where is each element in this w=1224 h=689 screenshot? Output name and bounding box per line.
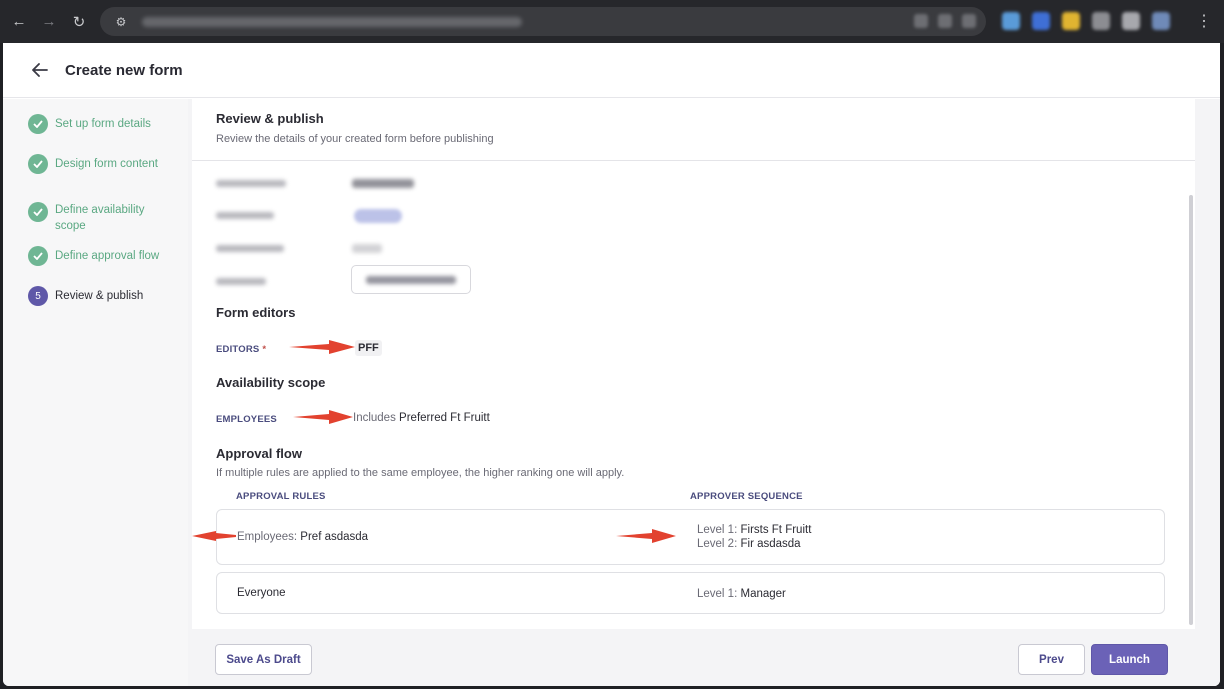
- back-arrow-icon[interactable]: [29, 59, 51, 81]
- section-title-review: Review & publish: [216, 111, 324, 126]
- blurred-detail-row: [216, 179, 414, 188]
- browser-toolbar: ← → ↻ ⚙ ⋮: [0, 0, 1224, 43]
- footer-bar: Save As Draft Prev Launch: [188, 629, 1220, 686]
- step-number: 5: [28, 286, 48, 306]
- scrollbar[interactable]: [1189, 195, 1193, 625]
- step-label: Review & publish: [55, 290, 144, 302]
- step-label: Define approval flow: [55, 250, 160, 262]
- section-title-form-editors: Form editors: [216, 305, 296, 320]
- step-design-form-content[interactable]: Design form content: [28, 154, 165, 174]
- blurred-detail-row: [216, 208, 402, 223]
- step-set-up-form-details[interactable]: Set up form details: [28, 114, 165, 134]
- approver-level: Level 1: Firsts Ft Fruitt: [697, 524, 812, 536]
- omnibox-actions: [914, 14, 976, 28]
- annotation-arrow-icon: [616, 529, 676, 543]
- browser-forward-icon[interactable]: →: [38, 11, 60, 33]
- approval-rule-card: Everyone Level 1: Manager: [216, 572, 1165, 614]
- step-review-publish[interactable]: 5 Review & publish: [28, 286, 165, 306]
- step-label: Design form content: [55, 158, 158, 170]
- step-define-approval-flow[interactable]: Define approval flow: [28, 246, 165, 266]
- check-icon: [28, 154, 48, 174]
- browser-menu-icon[interactable]: ⋮: [1196, 11, 1212, 31]
- approver-sequence: Level 1: Firsts Ft Fruitt Level 2: Fir a…: [697, 523, 811, 551]
- review-subtitle: Review the details of your created form …: [216, 133, 494, 145]
- check-icon: [28, 202, 48, 222]
- annotation-arrow-icon: [293, 410, 353, 424]
- step-define-availability-scope[interactable]: Define availability scope: [28, 200, 155, 234]
- step-label: Define availability scope: [55, 204, 145, 232]
- stepper-sidebar: Set up form details Design form content …: [3, 99, 188, 686]
- blurred-detail-row: [216, 244, 382, 253]
- page-header: Create new form: [3, 43, 1220, 98]
- col-approval-rules: APPROVAL RULES: [236, 491, 326, 502]
- approval-note: If multiple rules are applied to the sam…: [216, 467, 625, 479]
- step-label: Set up form details: [55, 118, 151, 130]
- page-title: Create new form: [65, 61, 183, 79]
- extension-icons[interactable]: [1002, 12, 1170, 30]
- employees-value: Includes Preferred Ft Fruitt: [353, 412, 490, 424]
- editors-label: EDITORS *: [216, 344, 267, 355]
- main-content: Review & publish Review the details of y…: [188, 99, 1220, 686]
- review-panel: Review & publish Review the details of y…: [192, 99, 1195, 629]
- section-title-approval: Approval flow: [216, 446, 302, 461]
- launch-button[interactable]: Launch: [1091, 644, 1168, 675]
- site-settings-icon[interactable]: ⚙: [112, 13, 130, 31]
- save-as-draft-button[interactable]: Save As Draft: [215, 644, 312, 675]
- approver-level: Level 2: Fir asdasda: [697, 538, 801, 550]
- editors-value: PFF: [355, 340, 382, 356]
- approver-level: Level 1: Manager: [697, 588, 786, 600]
- browser-back-icon[interactable]: ←: [8, 11, 30, 33]
- prev-button[interactable]: Prev: [1018, 644, 1085, 675]
- check-icon: [28, 114, 48, 134]
- app-window: Create new form Set up form details Desi…: [3, 43, 1220, 686]
- url-blurred: [142, 16, 522, 27]
- browser-reload-icon[interactable]: ↻: [68, 11, 90, 33]
- approval-rule-card: Employees: Pref asdasda Level 1: Firsts …: [216, 509, 1165, 565]
- employees-label: EMPLOYEES: [216, 414, 277, 425]
- blurred-detail-row: [216, 265, 471, 294]
- col-approver-sequence: APPROVER SEQUENCE: [690, 491, 803, 502]
- address-bar[interactable]: ⚙: [100, 7, 986, 36]
- rule-description: Employees: Pref asdasda: [237, 531, 369, 543]
- review-header: Review & publish Review the details of y…: [192, 99, 1195, 161]
- blurred-preview-button[interactable]: [351, 265, 471, 294]
- rule-description: Everyone: [237, 587, 286, 599]
- annotation-arrow-icon: [192, 531, 236, 541]
- annotation-arrow-icon: [289, 340, 355, 354]
- approver-sequence: Level 1: Manager: [697, 587, 786, 601]
- check-icon: [28, 246, 48, 266]
- section-title-availability: Availability scope: [216, 375, 326, 390]
